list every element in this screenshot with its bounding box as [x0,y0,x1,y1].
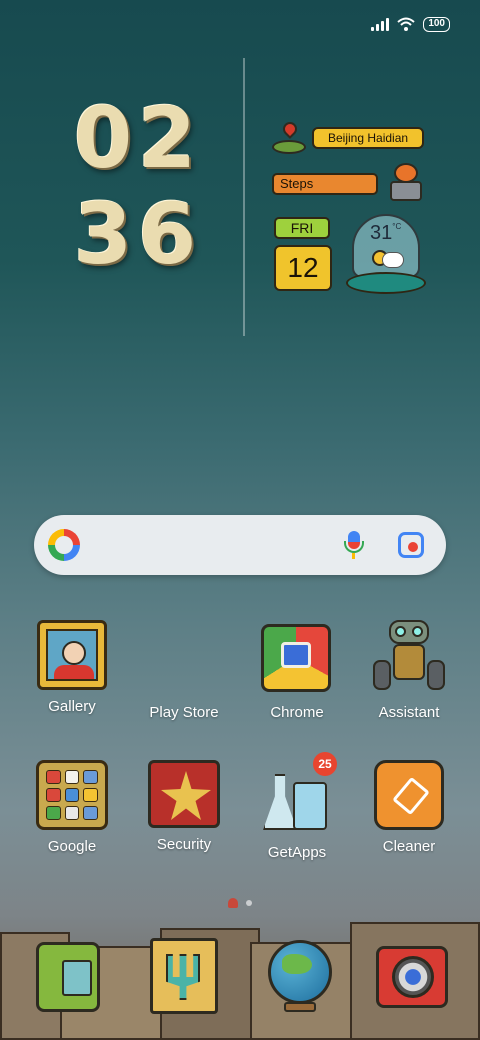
app-label: Gallery [48,698,96,715]
weather-snowglobe-icon[interactable]: 31°C [346,214,426,296]
app-label: Chrome [270,704,324,721]
cloud-icon [382,252,404,268]
signal-icon [371,17,390,31]
status-bar: 100 [371,14,450,34]
app-assistant[interactable]: Assistant [354,620,464,721]
app-google-folder[interactable]: Google [17,760,127,855]
dock-camera-icon[interactable] [374,936,450,1016]
mic-icon[interactable] [343,531,365,559]
security-star-icon [148,760,220,828]
dock-phone-icon[interactable] [30,936,106,1016]
app-cleaner[interactable]: Cleaner [354,760,464,855]
date-number: 12 [274,245,332,291]
day-of-week: FRI [274,217,330,239]
clock-hour-digit-1: 0 [73,89,133,187]
app-label: Play Store [149,704,219,721]
steps-label: Steps [272,173,378,195]
google-search-bar[interactable] [34,515,446,575]
clock-widget[interactable]: 0 2 3 6 [73,89,208,288]
battery-indicator: 100 [423,16,450,32]
app-label: Cleaner [382,838,436,855]
notification-badge: 25 [313,752,337,776]
dock-browser-globe-icon[interactable] [262,936,338,1016]
clock-minute-digit-1: 3 [73,185,133,283]
gallery-icon [37,620,107,690]
steps-row[interactable]: Steps [272,163,428,205]
location-label: Beijing Haidian [312,127,425,149]
app-getapps[interactable]: 25 GetApps [242,752,352,861]
google-folder-icon [36,760,108,830]
google-g-icon [48,529,80,561]
app-label: Assistant [378,704,440,721]
location-row[interactable]: Beijing Haidian [272,119,425,154]
play-store-icon [146,620,222,696]
app-gallery[interactable]: Gallery [17,620,127,715]
app-security[interactable]: Security [129,760,239,853]
cleaner-brush-icon [374,760,444,830]
clock-hour-digit-2: 2 [137,89,197,187]
getapps-flask-icon: 25 [259,752,337,836]
clock-minutes: 3 6 [73,185,208,283]
wifi-icon [397,17,415,31]
app-label: Google [47,838,97,855]
assistant-robot-icon [371,620,447,696]
temperature-unit: °C [392,222,402,231]
temperature: 31°C [370,222,401,245]
page-indicator[interactable] [228,898,252,908]
widget-divider [243,58,245,336]
camera-lens-icon[interactable] [398,532,424,558]
chrome-icon [259,620,335,696]
treadmill-pumpkin-icon [384,163,428,205]
app-label: GetApps [267,844,327,861]
clock-hours: 0 2 [73,89,208,187]
location-pin-icon [272,119,306,154]
home-page-dot-icon [228,898,238,908]
dock-notes-icon[interactable] [146,936,222,1016]
app-label: Security [156,836,212,853]
app-chrome[interactable]: Chrome [242,620,352,721]
temperature-value: 31 [370,222,393,244]
clock-minute-digit-2: 6 [137,185,197,283]
page-dot [246,900,252,906]
app-play-store[interactable]: Play Store [129,620,239,721]
